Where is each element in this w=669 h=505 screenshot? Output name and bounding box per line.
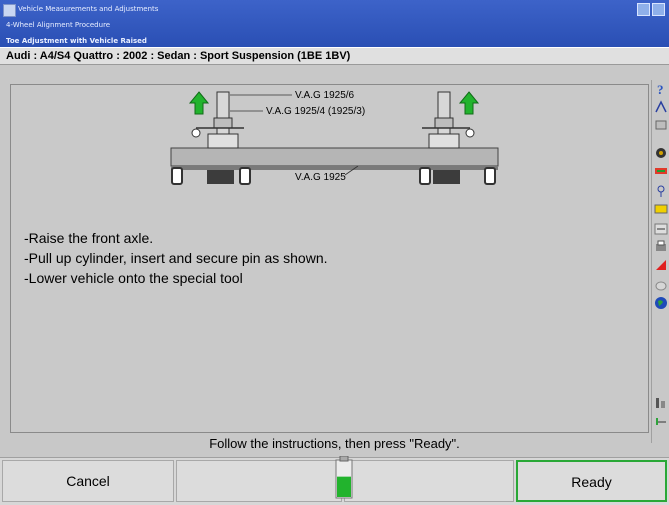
window-title: Vehicle Measurements and Adjustments: [18, 5, 159, 13]
level-meter: [335, 456, 353, 499]
empty-button-3[interactable]: [344, 460, 514, 502]
app-icon: [3, 4, 16, 17]
wheel-icon[interactable]: [654, 146, 668, 158]
level-meter-fill: [337, 476, 351, 497]
measure-icon[interactable]: [654, 100, 668, 113]
minimize-button[interactable]: [637, 3, 650, 16]
close-button[interactable]: [652, 3, 665, 16]
adjust-icon[interactable]: [654, 222, 668, 235]
window-controls: [637, 3, 665, 16]
print-icon[interactable]: [654, 240, 668, 252]
toolbar-icon[interactable]: [654, 202, 668, 214]
instruction-line-2: -Pull up cylinder, insert and secure pin…: [24, 250, 328, 266]
status-message: Follow the instructions, then press "Rea…: [209, 436, 460, 451]
instruction-line-1: -Raise the front axle.: [24, 230, 154, 246]
red-pointer-icon[interactable]: [654, 258, 668, 270]
ready-button[interactable]: Ready: [516, 460, 667, 502]
right-toolbar: ?: [651, 80, 669, 443]
procedure-title: 4-Wheel Alignment Procedure: [6, 21, 111, 29]
gauge-icon[interactable]: [654, 396, 668, 408]
globe-icon[interactable]: [654, 296, 668, 309]
empty-button-2[interactable]: [176, 460, 342, 502]
caster-icon[interactable]: [654, 164, 668, 176]
svg-text:?: ?: [657, 82, 664, 96]
connector-icon[interactable]: [654, 414, 668, 426]
tools-icon[interactable]: [654, 184, 668, 197]
instruction-line-3: -Lower vehicle onto the special tool: [24, 270, 243, 286]
screen-title: Toe Adjustment with Vehicle Raised: [6, 37, 147, 45]
specs-icon[interactable]: [654, 118, 668, 130]
cancel-button[interactable]: Cancel: [2, 460, 174, 502]
bottom-button-bar: Cancel Ready: [0, 456, 669, 505]
vehicle-description: Audi : A4/S4 Quattro : 2002 : Sedan : Sp…: [0, 47, 669, 65]
title-bar: Vehicle Measurements and Adjustments 4-W…: [0, 0, 669, 47]
target-icon[interactable]: [654, 278, 668, 291]
help-icon[interactable]: ?: [654, 82, 668, 97]
